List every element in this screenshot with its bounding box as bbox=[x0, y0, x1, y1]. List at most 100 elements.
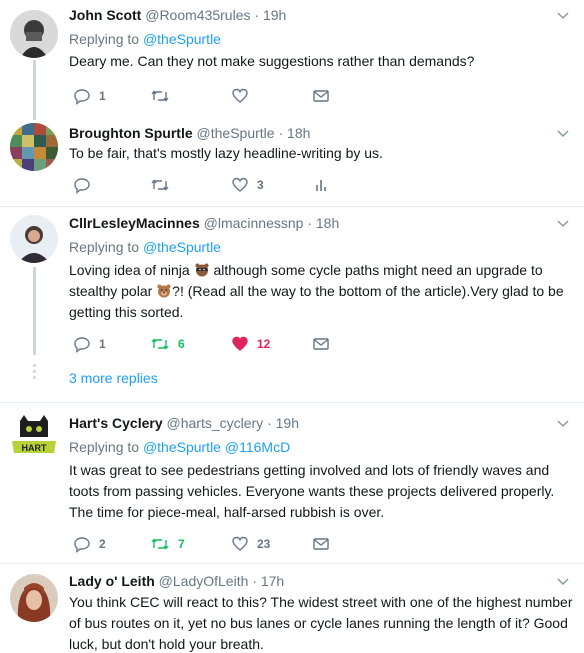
analytics-icon bbox=[316, 180, 326, 191]
chevron-down-icon[interactable] bbox=[556, 8, 570, 22]
display-name[interactable]: CllrLesleyMacinnes bbox=[69, 215, 200, 231]
heart-icon bbox=[232, 536, 248, 551]
retweet-icon bbox=[151, 538, 169, 550]
retweet-count: 7 bbox=[178, 537, 185, 551]
avatar[interactable] bbox=[10, 10, 58, 58]
tweet-header: John Scott @Room435rules · 19h bbox=[69, 6, 286, 24]
retweet-button[interactable]: 7 bbox=[150, 534, 185, 554]
bear-emoji bbox=[157, 284, 171, 298]
user-handle[interactable]: @harts_cyclery bbox=[167, 415, 264, 431]
user-handle[interactable]: @theSpurtle bbox=[197, 125, 275, 141]
reply-button[interactable]: 1 bbox=[73, 86, 106, 106]
reply-count: 2 bbox=[99, 537, 106, 551]
display-name[interactable]: Lady o' Leith bbox=[69, 573, 155, 589]
tweet-text: Deary me. Can they not make suggestions … bbox=[69, 53, 475, 69]
like-button[interactable] bbox=[231, 86, 249, 106]
reply-count: 1 bbox=[99, 89, 106, 103]
reply-count: 1 bbox=[99, 337, 106, 351]
display-name[interactable]: Hart's Cyclery bbox=[69, 415, 163, 431]
avatar-image bbox=[10, 215, 58, 263]
tweet-broughton-spurtle[interactable]: Broughton Spurtle @theSpurtle · 18h To b… bbox=[0, 120, 584, 206]
retweet-button[interactable] bbox=[150, 175, 170, 195]
mention-link[interactable]: @theSpurtle bbox=[143, 31, 221, 47]
timestamp[interactable]: 17h bbox=[261, 573, 284, 589]
tweet-john-scott[interactable]: John Scott @Room435rules · 19h Replying … bbox=[0, 0, 584, 120]
timestamp[interactable]: 18h bbox=[316, 215, 339, 231]
chevron-down-icon[interactable] bbox=[556, 126, 570, 140]
replying-to: Replying to @theSpurtle bbox=[69, 30, 221, 48]
tweet-header: Lady o' Leith @LadyOfLeith · 17h bbox=[69, 572, 284, 590]
tweet-text-part: stealthy polar bbox=[69, 283, 153, 299]
like-count: 23 bbox=[257, 537, 271, 551]
envelope-icon bbox=[313, 338, 329, 350]
replying-prefix: Replying to bbox=[69, 31, 140, 47]
avatar[interactable] bbox=[10, 574, 58, 622]
like-count: 3 bbox=[257, 178, 264, 192]
like-button[interactable]: 23 bbox=[231, 534, 270, 554]
separator-dot: · bbox=[254, 7, 260, 23]
like-count: 12 bbox=[257, 337, 271, 351]
display-name[interactable]: John Scott bbox=[69, 7, 141, 23]
direct-message-button[interactable] bbox=[312, 334, 330, 354]
retweet-icon bbox=[151, 179, 169, 191]
tweet-text: You think CEC will react to this? The wi… bbox=[69, 594, 573, 652]
tweet-header: Broughton Spurtle @theSpurtle · 18h bbox=[69, 124, 310, 142]
like-button[interactable]: 3 bbox=[231, 175, 264, 195]
heart-icon bbox=[232, 336, 248, 351]
reply-button[interactable]: 2 bbox=[73, 534, 106, 554]
avatar-image bbox=[10, 574, 58, 622]
tweet-actions: 2 7 23 bbox=[69, 534, 369, 554]
tweet-text: It was great to see pedestrians getting … bbox=[69, 462, 555, 520]
like-button[interactable]: 12 bbox=[231, 334, 270, 354]
mention-link[interactable]: @116McD bbox=[225, 439, 290, 455]
avatar[interactable] bbox=[10, 215, 58, 263]
direct-message-button[interactable] bbox=[312, 86, 330, 106]
retweet-button[interactable]: 6 bbox=[150, 334, 185, 354]
replying-prefix: Replying to bbox=[69, 239, 140, 255]
tweet-text-part: Loving idea of ninja bbox=[69, 262, 190, 278]
reply-icon bbox=[74, 537, 90, 553]
chevron-down-icon[interactable] bbox=[556, 216, 570, 230]
tweet-text: To be fair, that's mostly lazy headline-… bbox=[69, 145, 383, 161]
replying-to: Replying to @theSpurtle @116McD bbox=[69, 438, 290, 456]
tweet-actions: 1 bbox=[69, 86, 369, 106]
user-handle[interactable]: @Room435rules bbox=[145, 7, 250, 23]
avatar-image: HART bbox=[10, 411, 58, 459]
tweet-harts-cyclery[interactable]: HART Hart's Cyclery @harts_cyclery · 19h… bbox=[0, 403, 584, 563]
more-replies-link[interactable]: 3 more replies bbox=[69, 370, 158, 386]
timestamp[interactable]: 18h bbox=[287, 125, 310, 141]
tweet-header: CllrLesleyMacinnes @lmacinnessnp · 18h bbox=[69, 214, 339, 232]
timestamp[interactable]: 19h bbox=[276, 415, 299, 431]
direct-message-button[interactable] bbox=[312, 534, 330, 554]
chevron-down-icon[interactable] bbox=[556, 574, 570, 588]
separator-dot: · bbox=[252, 573, 257, 589]
avatar[interactable]: HART bbox=[10, 411, 58, 459]
avatar-image bbox=[10, 10, 58, 58]
replying-to: Replying to @theSpurtle bbox=[69, 238, 221, 256]
tweet-lady-o-leith[interactable]: Lady o' Leith @LadyOfLeith · 17h You thi… bbox=[0, 564, 584, 653]
chevron-down-icon[interactable] bbox=[556, 416, 570, 430]
tweet-header: Hart's Cyclery @harts_cyclery · 19h bbox=[69, 414, 299, 432]
tweet-text-part: although some cycle paths might need an … bbox=[213, 262, 543, 278]
display-name[interactable]: Broughton Spurtle bbox=[69, 125, 193, 141]
envelope-icon bbox=[313, 538, 329, 550]
retweet-icon bbox=[151, 338, 169, 350]
replying-prefix: Replying to bbox=[69, 439, 140, 455]
mention-link[interactable]: @theSpurtle bbox=[143, 239, 221, 255]
retweet-button[interactable] bbox=[150, 86, 170, 106]
reply-button[interactable]: 1 bbox=[73, 334, 106, 354]
reply-icon bbox=[74, 337, 90, 353]
user-handle[interactable]: @lmacinnessnp bbox=[204, 215, 304, 231]
separator-dot: · bbox=[267, 415, 272, 431]
tweet-cllr-lesley-macinnes[interactable]: CllrLesleyMacinnes @lmacinnessnp · 18h R… bbox=[0, 207, 584, 397]
reply-button[interactable] bbox=[73, 175, 91, 195]
tweet-text-part: getting this sorted. bbox=[69, 304, 184, 320]
ninja-bear-emoji bbox=[195, 263, 209, 277]
timestamp[interactable]: 19h bbox=[263, 7, 286, 23]
separator-dot: · bbox=[307, 215, 312, 231]
mention-link[interactable]: @theSpurtle bbox=[143, 439, 221, 455]
avatar[interactable] bbox=[10, 123, 58, 171]
heart-icon bbox=[232, 177, 248, 192]
user-handle[interactable]: @LadyOfLeith bbox=[159, 573, 249, 589]
analytics-button[interactable] bbox=[312, 175, 330, 195]
